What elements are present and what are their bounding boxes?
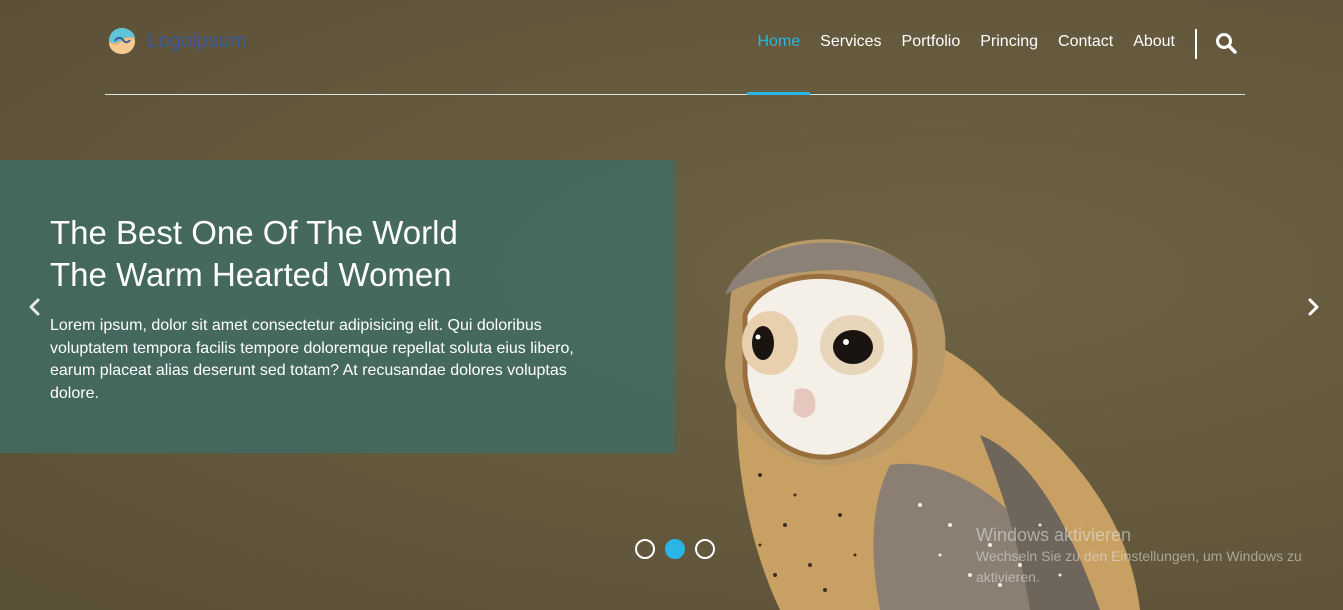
nav-home[interactable]: Home (747, 31, 810, 53)
carousel-dot-2[interactable] (665, 539, 685, 559)
nav-contact[interactable]: Contact (1048, 31, 1123, 53)
nav-pricing[interactable]: Princing (970, 31, 1048, 53)
slide-text: Lorem ipsum, dolor sit amet consectetur … (50, 317, 574, 402)
main-nav: Home Services Portfolio Princing Contact… (747, 31, 1185, 53)
carousel-dot-3[interactable] (695, 539, 715, 559)
watermark-text: Wechseln Sie zu den Einstellungen, um Wi… (976, 548, 1302, 585)
site-header: Logoipsum Home Services Portfolio Princi… (105, 0, 1245, 95)
prev-slide-chevron-left-icon[interactable] (25, 296, 45, 318)
logo-icon (109, 28, 135, 54)
search-icon[interactable] (1215, 32, 1237, 54)
carousel-indicators (635, 539, 715, 559)
nav-about[interactable]: About (1123, 31, 1185, 53)
windows-activation-watermark: Windows aktivieren Wechseln Sie zu den E… (976, 524, 1326, 588)
logo[interactable]: Logoipsum (105, 27, 247, 55)
logo-text: Logoipsum (147, 29, 247, 52)
header-divider-line (105, 94, 1245, 95)
watermark-title: Windows aktivieren (976, 525, 1132, 545)
nav-services[interactable]: Services (810, 31, 891, 53)
next-slide-chevron-right-icon[interactable] (1303, 296, 1323, 318)
active-nav-underline (747, 92, 810, 95)
nav-divider (1195, 29, 1197, 59)
slide-title: The Best One Of The World The Warm Heart… (50, 212, 458, 296)
slide-caption: The Best One Of The World The Warm Heart… (0, 160, 675, 453)
nav-portfolio[interactable]: Portfolio (892, 31, 971, 53)
slide-title-line-2: The Warm Hearted Women (50, 256, 452, 293)
carousel-dot-1[interactable] (635, 539, 655, 559)
slide-title-line-1: The Best One Of The World (50, 214, 458, 251)
